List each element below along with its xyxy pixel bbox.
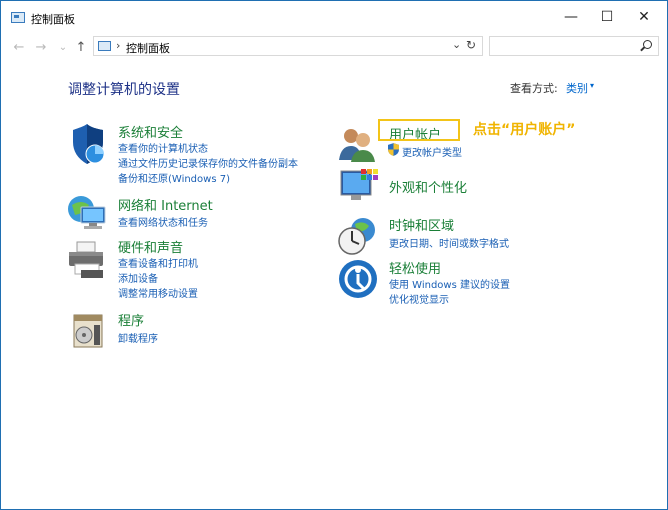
page-title: 调整计算机的设置 <box>68 82 180 98</box>
category-title-hardware-sound[interactable]: 硬件和声音 <box>118 237 183 256</box>
control-panel-window: 控制面板 — ☐ ✕ ← → ⌄ ↑ › 控制面板 ⌄ ↻ 调整计算机的设置 查… <box>0 0 668 510</box>
minimize-button[interactable]: — <box>554 5 588 29</box>
link-file-history-backup[interactable]: 通过文件历史记录保存你的文件备份副本 <box>118 155 298 170</box>
link-view-network-status[interactable]: 查看网络状态和任务 <box>118 214 208 229</box>
category-title-network-internet[interactable]: 网络和 Internet <box>118 195 213 214</box>
address-dropdown-icon[interactable]: ⌄ <box>452 38 461 51</box>
address-bar[interactable]: › 控制面板 ⌄ ↻ <box>93 36 483 56</box>
link-mobility-settings[interactable]: 调整常用移动设置 <box>118 285 198 300</box>
link-devices-printers[interactable]: 查看设备和打印机 <box>118 255 198 270</box>
printer-icon[interactable] <box>67 240 107 280</box>
close-button[interactable]: ✕ <box>627 5 661 29</box>
annotation-text: 点击“用户账户” <box>473 122 576 138</box>
category-title-programs[interactable]: 程序 <box>118 310 144 329</box>
search-input[interactable] <box>489 36 659 56</box>
control-panel-icon <box>98 41 111 51</box>
control-panel-icon <box>11 12 25 23</box>
link-recommended-settings[interactable]: 使用 Windows 建议的设置 <box>389 276 510 291</box>
link-backup-restore[interactable]: 备份和还原(Windows 7) <box>118 170 230 185</box>
breadcrumb-control-panel[interactable]: 控制面板 <box>126 40 170 56</box>
navigation-bar: ← → ⌄ ↑ › 控制面板 ⌄ ↻ <box>1 35 667 59</box>
programs-icon[interactable] <box>70 311 110 351</box>
link-add-device[interactable]: 添加设备 <box>118 270 158 285</box>
link-optimize-visual-display[interactable]: 优化视觉显示 <box>389 291 449 306</box>
category-title-ease-of-access[interactable]: 轻松使用 <box>389 258 441 277</box>
refresh-icon[interactable]: ↻ <box>466 38 476 52</box>
chevron-down-icon[interactable]: ▾ <box>590 81 594 90</box>
view-by-label: 查看方式: <box>510 82 558 95</box>
window-title: 控制面板 <box>31 13 75 26</box>
highlight-box <box>378 119 460 141</box>
category-title-clock-region[interactable]: 时钟和区域 <box>389 215 454 234</box>
forward-arrow-icon[interactable]: → <box>31 37 51 57</box>
link-change-account-type[interactable]: 更改帐户类型 <box>402 144 462 159</box>
shield-icon[interactable] <box>67 124 107 164</box>
network-icon[interactable] <box>67 193 107 233</box>
link-uninstall-program[interactable]: 卸载程序 <box>118 330 158 345</box>
up-arrow-icon[interactable]: ↑ <box>71 37 91 57</box>
category-title-system-security[interactable]: 系统和安全 <box>118 122 183 141</box>
view-by-dropdown[interactable]: 类别 <box>566 80 588 96</box>
link-view-computer-status[interactable]: 查看你的计算机状态 <box>118 140 208 155</box>
ease-of-access-icon[interactable] <box>338 259 378 299</box>
uac-shield-icon <box>388 143 399 156</box>
users-icon[interactable] <box>337 124 377 164</box>
monitor-palette-icon[interactable] <box>339 167 379 207</box>
category-title-appearance[interactable]: 外观和个性化 <box>389 177 467 196</box>
title-bar: 控制面板 — ☐ ✕ <box>1 1 667 33</box>
recent-locations-icon[interactable]: ⌄ <box>53 37 73 57</box>
back-arrow-icon[interactable]: ← <box>9 37 29 57</box>
search-icon[interactable] <box>643 40 652 49</box>
breadcrumb-chevron-icon: › <box>116 39 121 52</box>
maximize-button[interactable]: ☐ <box>590 5 624 29</box>
link-change-date-time-format[interactable]: 更改日期、时间或数字格式 <box>389 235 509 250</box>
clock-globe-icon[interactable] <box>337 216 377 256</box>
